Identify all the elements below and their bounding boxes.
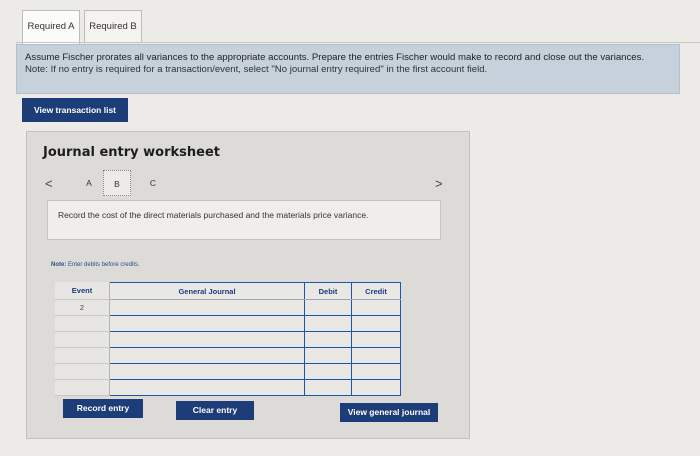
credit-input[interactable] xyxy=(351,363,401,380)
credit-input[interactable] xyxy=(351,379,401,396)
account-input[interactable] xyxy=(109,347,305,364)
table-row xyxy=(55,379,401,396)
debit-input[interactable] xyxy=(304,363,352,380)
worksheet-page-c[interactable]: C xyxy=(139,170,167,196)
credit-input[interactable] xyxy=(351,299,401,316)
debit-input[interactable] xyxy=(304,331,352,348)
worksheet-page-a[interactable]: A xyxy=(75,170,103,196)
clear-entry-button[interactable]: Clear entry xyxy=(176,401,254,420)
header-debit: Debit xyxy=(304,282,352,300)
debit-input[interactable] xyxy=(304,379,352,396)
table-row xyxy=(55,315,401,332)
credit-input[interactable] xyxy=(351,347,401,364)
header-event: Event xyxy=(55,282,110,300)
tab-required-b[interactable]: Required B xyxy=(84,10,142,42)
event-cell xyxy=(55,315,110,332)
event-cell xyxy=(55,363,110,380)
debits-note-text: Enter debits before credits. xyxy=(68,262,140,268)
view-transaction-list-button[interactable]: View transaction list xyxy=(22,98,128,122)
instructions-note: Note: If no entry is required for a tran… xyxy=(25,63,488,75)
worksheet-title: Journal entry worksheet xyxy=(43,145,220,160)
account-input[interactable] xyxy=(109,315,305,332)
instructions-text: Assume Fischer prorates all variances to… xyxy=(25,52,645,63)
debit-input[interactable] xyxy=(304,347,352,364)
instructions-panel: Assume Fischer prorates all variances to… xyxy=(16,44,680,94)
header-credit: Credit xyxy=(351,282,401,300)
event-cell: 2 xyxy=(55,299,110,316)
event-cell xyxy=(55,379,110,396)
header-general-journal: General Journal xyxy=(109,282,305,300)
credit-input[interactable] xyxy=(351,331,401,348)
event-cell xyxy=(55,347,110,364)
event-cell xyxy=(55,331,110,348)
chevron-left-icon[interactable]: < xyxy=(45,176,53,191)
debit-input[interactable] xyxy=(304,315,352,332)
table-row xyxy=(55,347,401,364)
tab-divider xyxy=(16,42,700,43)
debits-note: Note: Enter debits before credits. xyxy=(51,262,140,268)
journal-entry-worksheet: Journal entry worksheet < A B C > Record… xyxy=(26,131,470,439)
tab-required-a[interactable]: Required A xyxy=(22,10,80,44)
record-entry-button[interactable]: Record entry xyxy=(63,399,143,418)
journal-header-row: Event General Journal Debit Credit xyxy=(55,282,401,300)
chevron-right-icon[interactable]: > xyxy=(435,176,443,191)
debits-note-lead: Note: xyxy=(51,262,67,268)
account-input[interactable] xyxy=(109,331,305,348)
transaction-description: Record the cost of the direct materials … xyxy=(47,200,441,240)
table-row: 2 xyxy=(55,299,401,316)
view-general-journal-button[interactable]: View general journal xyxy=(340,403,438,422)
account-input[interactable] xyxy=(109,379,305,396)
debit-input[interactable] xyxy=(304,299,352,316)
worksheet-page-b[interactable]: B xyxy=(103,170,131,196)
journal-table: Event General Journal Debit Credit 2 xyxy=(55,282,401,396)
table-row xyxy=(55,331,401,348)
credit-input[interactable] xyxy=(351,315,401,332)
account-input[interactable] xyxy=(109,299,305,316)
table-row xyxy=(55,363,401,380)
account-input[interactable] xyxy=(109,363,305,380)
